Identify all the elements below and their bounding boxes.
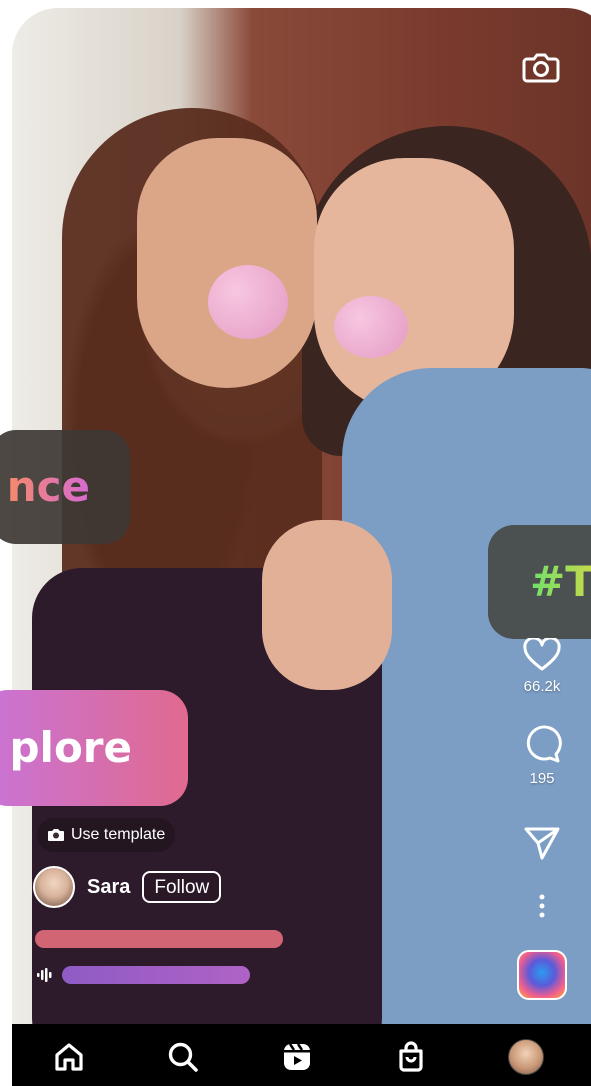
comment-icon — [526, 725, 562, 763]
audio-row[interactable] — [36, 966, 250, 984]
like-count: 66.2k — [523, 678, 561, 695]
reels-screen: nce #T plore 66.2k 195 Use template Sara… — [0, 0, 591, 1086]
comment-button[interactable]: 195 — [512, 724, 572, 787]
audio-thumbnail[interactable] — [517, 950, 567, 1000]
camera-icon[interactable] — [521, 50, 561, 86]
photo-shape — [137, 138, 317, 388]
search-icon[interactable] — [166, 1040, 200, 1074]
sticker-explore-text: plore — [9, 723, 132, 772]
use-template-label: Use template — [71, 826, 166, 843]
username[interactable]: Sara — [87, 876, 130, 899]
heart-icon — [523, 638, 561, 671]
caption-placeholder[interactable] — [35, 930, 283, 948]
like-button[interactable]: 66.2k — [512, 638, 572, 695]
sticker-hashtag-text: #T — [530, 555, 591, 609]
photo-shape — [208, 265, 288, 339]
camera-icon — [48, 829, 64, 841]
sticker-explore: plore — [0, 690, 188, 806]
audio-track-placeholder — [62, 966, 250, 984]
sticker-trance: nce — [0, 430, 130, 544]
follow-button[interactable]: Follow — [142, 871, 222, 903]
avatar[interactable] — [33, 866, 75, 908]
sticker-trance-text: nce — [7, 460, 90, 514]
photo-shape — [334, 296, 408, 358]
share-button[interactable] — [512, 824, 572, 862]
more-options-button[interactable] — [528, 892, 556, 920]
use-template-button[interactable]: Use template — [37, 818, 176, 852]
profile-avatar[interactable] — [508, 1039, 544, 1075]
more-vertical-icon — [539, 894, 545, 918]
sticker-hashtag: #T — [488, 525, 591, 639]
comment-count: 195 — [529, 770, 555, 787]
shop-icon[interactable] — [394, 1040, 428, 1074]
audio-wave-icon — [37, 968, 52, 982]
home-icon[interactable] — [52, 1040, 86, 1074]
photo-shape — [262, 520, 392, 690]
reels-icon[interactable] — [280, 1040, 314, 1074]
author-row: Sara Follow — [33, 866, 222, 908]
send-icon — [524, 827, 560, 860]
